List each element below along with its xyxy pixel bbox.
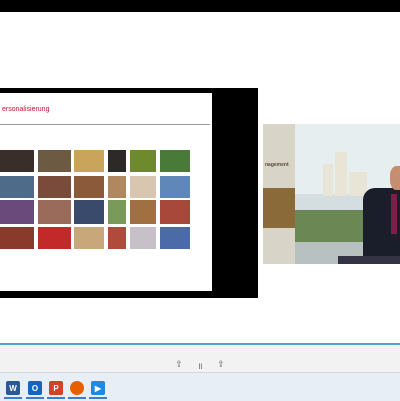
slide-thumbnail [38,227,71,249]
slide-thumbnail [130,150,156,172]
taskbar-active-indicator [89,397,107,399]
wall-picture [263,188,295,228]
header-area [0,12,400,88]
slide-thumbnail [38,176,71,198]
outlook-icon[interactable]: O [28,381,42,395]
firefox-icon[interactable] [70,381,84,395]
slide-thumbnail [0,200,34,224]
word-icon[interactable]: W [6,381,20,395]
slide-thumbnail [0,227,34,249]
podium [338,256,400,264]
slide-thumbnail [38,150,71,172]
next-button[interactable]: ⇪ [214,359,228,371]
taskbar-active-indicator [47,397,65,399]
speaker-video[interactable]: nagement [263,124,400,264]
slide-divider [0,124,210,125]
slide-thumbnail [130,200,156,224]
pause-button[interactable]: ॥ [193,359,207,372]
slide-thumbnail [108,150,126,172]
slide-thumbnail [108,227,126,249]
speaker-tie [391,194,397,234]
slide-thumbnail [160,176,190,198]
building [335,152,347,196]
slide-title: ersonalisierung [2,106,50,113]
progress-bar[interactable] [0,343,400,345]
wall-sign: nagement [265,162,289,168]
slide-thumbnail [74,200,104,224]
slide-thumbnail [160,227,190,249]
speaker-head [390,166,400,190]
top-strip [0,0,400,12]
media-player-icon[interactable]: ▶ [91,381,105,395]
slide-thumbnail [108,176,126,198]
taskbar-active-indicator [4,397,22,399]
taskbar-active-indicator [68,397,86,399]
slide-thumbnail [160,200,190,224]
slide-thumbnail [0,150,34,172]
slide-thumbnail [38,200,71,224]
slide-thumbnail [160,150,190,172]
slide-thumbnail [74,150,104,172]
slide-thumbnail [108,200,126,224]
slide-thumbnail [130,176,156,198]
slide-thumbnail [0,176,34,198]
slide-thumbnail [130,227,156,249]
building [323,164,333,196]
taskbar-active-indicator [26,397,44,399]
powerpoint-icon[interactable]: P [49,381,63,395]
previous-button[interactable]: ⇧ [172,359,186,371]
slide-thumbnail [74,176,104,198]
sky [295,124,400,194]
slide-thumbnail [74,227,104,249]
